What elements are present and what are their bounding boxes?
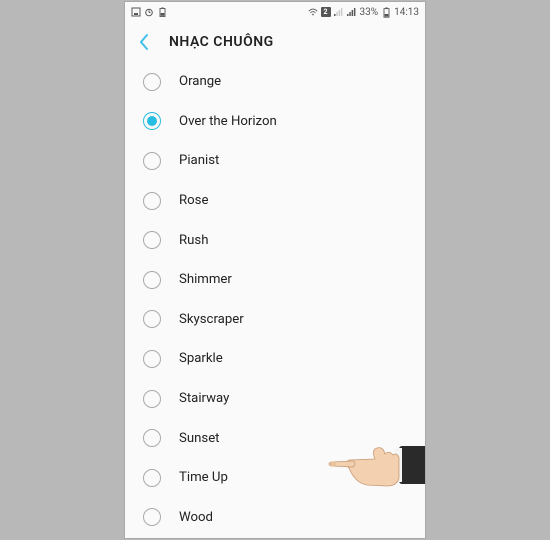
ringtone-label: Sunset <box>179 431 220 446</box>
radio-button[interactable] <box>143 271 161 289</box>
wifi-icon <box>308 7 318 17</box>
ringtone-row[interactable]: Stairway <box>125 379 425 419</box>
battery-percent: 33% <box>360 7 379 18</box>
radio-button[interactable] <box>143 231 161 249</box>
radio-button[interactable] <box>143 469 161 487</box>
radio-button[interactable] <box>143 429 161 447</box>
ringtone-label: Orange <box>179 74 221 89</box>
ringtone-row[interactable]: Over the Horizon <box>125 102 425 142</box>
back-button[interactable] <box>137 33 151 51</box>
app-header: NHẠC CHUÔNG <box>125 22 425 62</box>
ringtone-label: Over the Horizon <box>179 114 277 129</box>
ringtone-row[interactable]: Sparkle <box>125 339 425 379</box>
ringtone-label: Rose <box>179 193 208 208</box>
ringtone-label: Pianist <box>179 153 219 168</box>
radio-button[interactable] <box>143 73 161 91</box>
ringtone-row[interactable]: Rush <box>125 220 425 260</box>
radio-button[interactable] <box>143 390 161 408</box>
ringtone-label: Wood <box>179 510 213 525</box>
phone-frame: 2 33% 14:13 NHẠC CHUÔNG Orange Over the H… <box>125 2 425 538</box>
battery-small-icon <box>157 7 167 17</box>
ringtone-row[interactable]: Orange <box>125 62 425 102</box>
radio-button[interactable] <box>143 508 161 526</box>
page-title: NHẠC CHUÔNG <box>169 34 274 50</box>
ringtone-label: Time Up <box>179 470 228 485</box>
clock-text: 14:13 <box>394 7 419 18</box>
ringtone-list[interactable]: Orange Over the Horizon Pianist Rose Rush Shi… <box>125 62 425 538</box>
ringtone-row[interactable]: Skyscraper <box>125 300 425 340</box>
ringtone-label: Skyscraper <box>179 312 244 327</box>
ringtone-row[interactable]: Sunset <box>125 418 425 458</box>
radio-button[interactable] <box>143 112 161 130</box>
radio-button[interactable] <box>143 310 161 328</box>
battery-icon <box>381 7 391 17</box>
ringtone-row[interactable]: Time Up <box>125 458 425 498</box>
screenshot-icon <box>131 7 141 17</box>
ringtone-row[interactable]: Shimmer <box>125 260 425 300</box>
ringtone-label: Stairway <box>179 391 229 406</box>
radio-button[interactable] <box>143 152 161 170</box>
ringtone-label: Rush <box>179 233 208 248</box>
status-bar: 2 33% 14:13 <box>125 2 425 22</box>
radio-button[interactable] <box>143 350 161 368</box>
add-from-phone-row[interactable]: Thêm từ điện thoại <box>125 537 425 538</box>
ringtone-row[interactable]: Pianist <box>125 141 425 181</box>
ringtone-label: Shimmer <box>179 272 232 287</box>
radio-button[interactable] <box>143 192 161 210</box>
signal-2-icon <box>347 7 357 17</box>
ringtone-label: Sparkle <box>179 351 223 366</box>
signal-1-icon <box>334 7 344 17</box>
ringtone-row[interactable]: Rose <box>125 181 425 221</box>
sim-icon: 2 <box>321 7 331 17</box>
alarm-icon <box>144 7 154 17</box>
chevron-left-icon <box>137 33 151 51</box>
ringtone-row[interactable]: Wood <box>125 498 425 538</box>
